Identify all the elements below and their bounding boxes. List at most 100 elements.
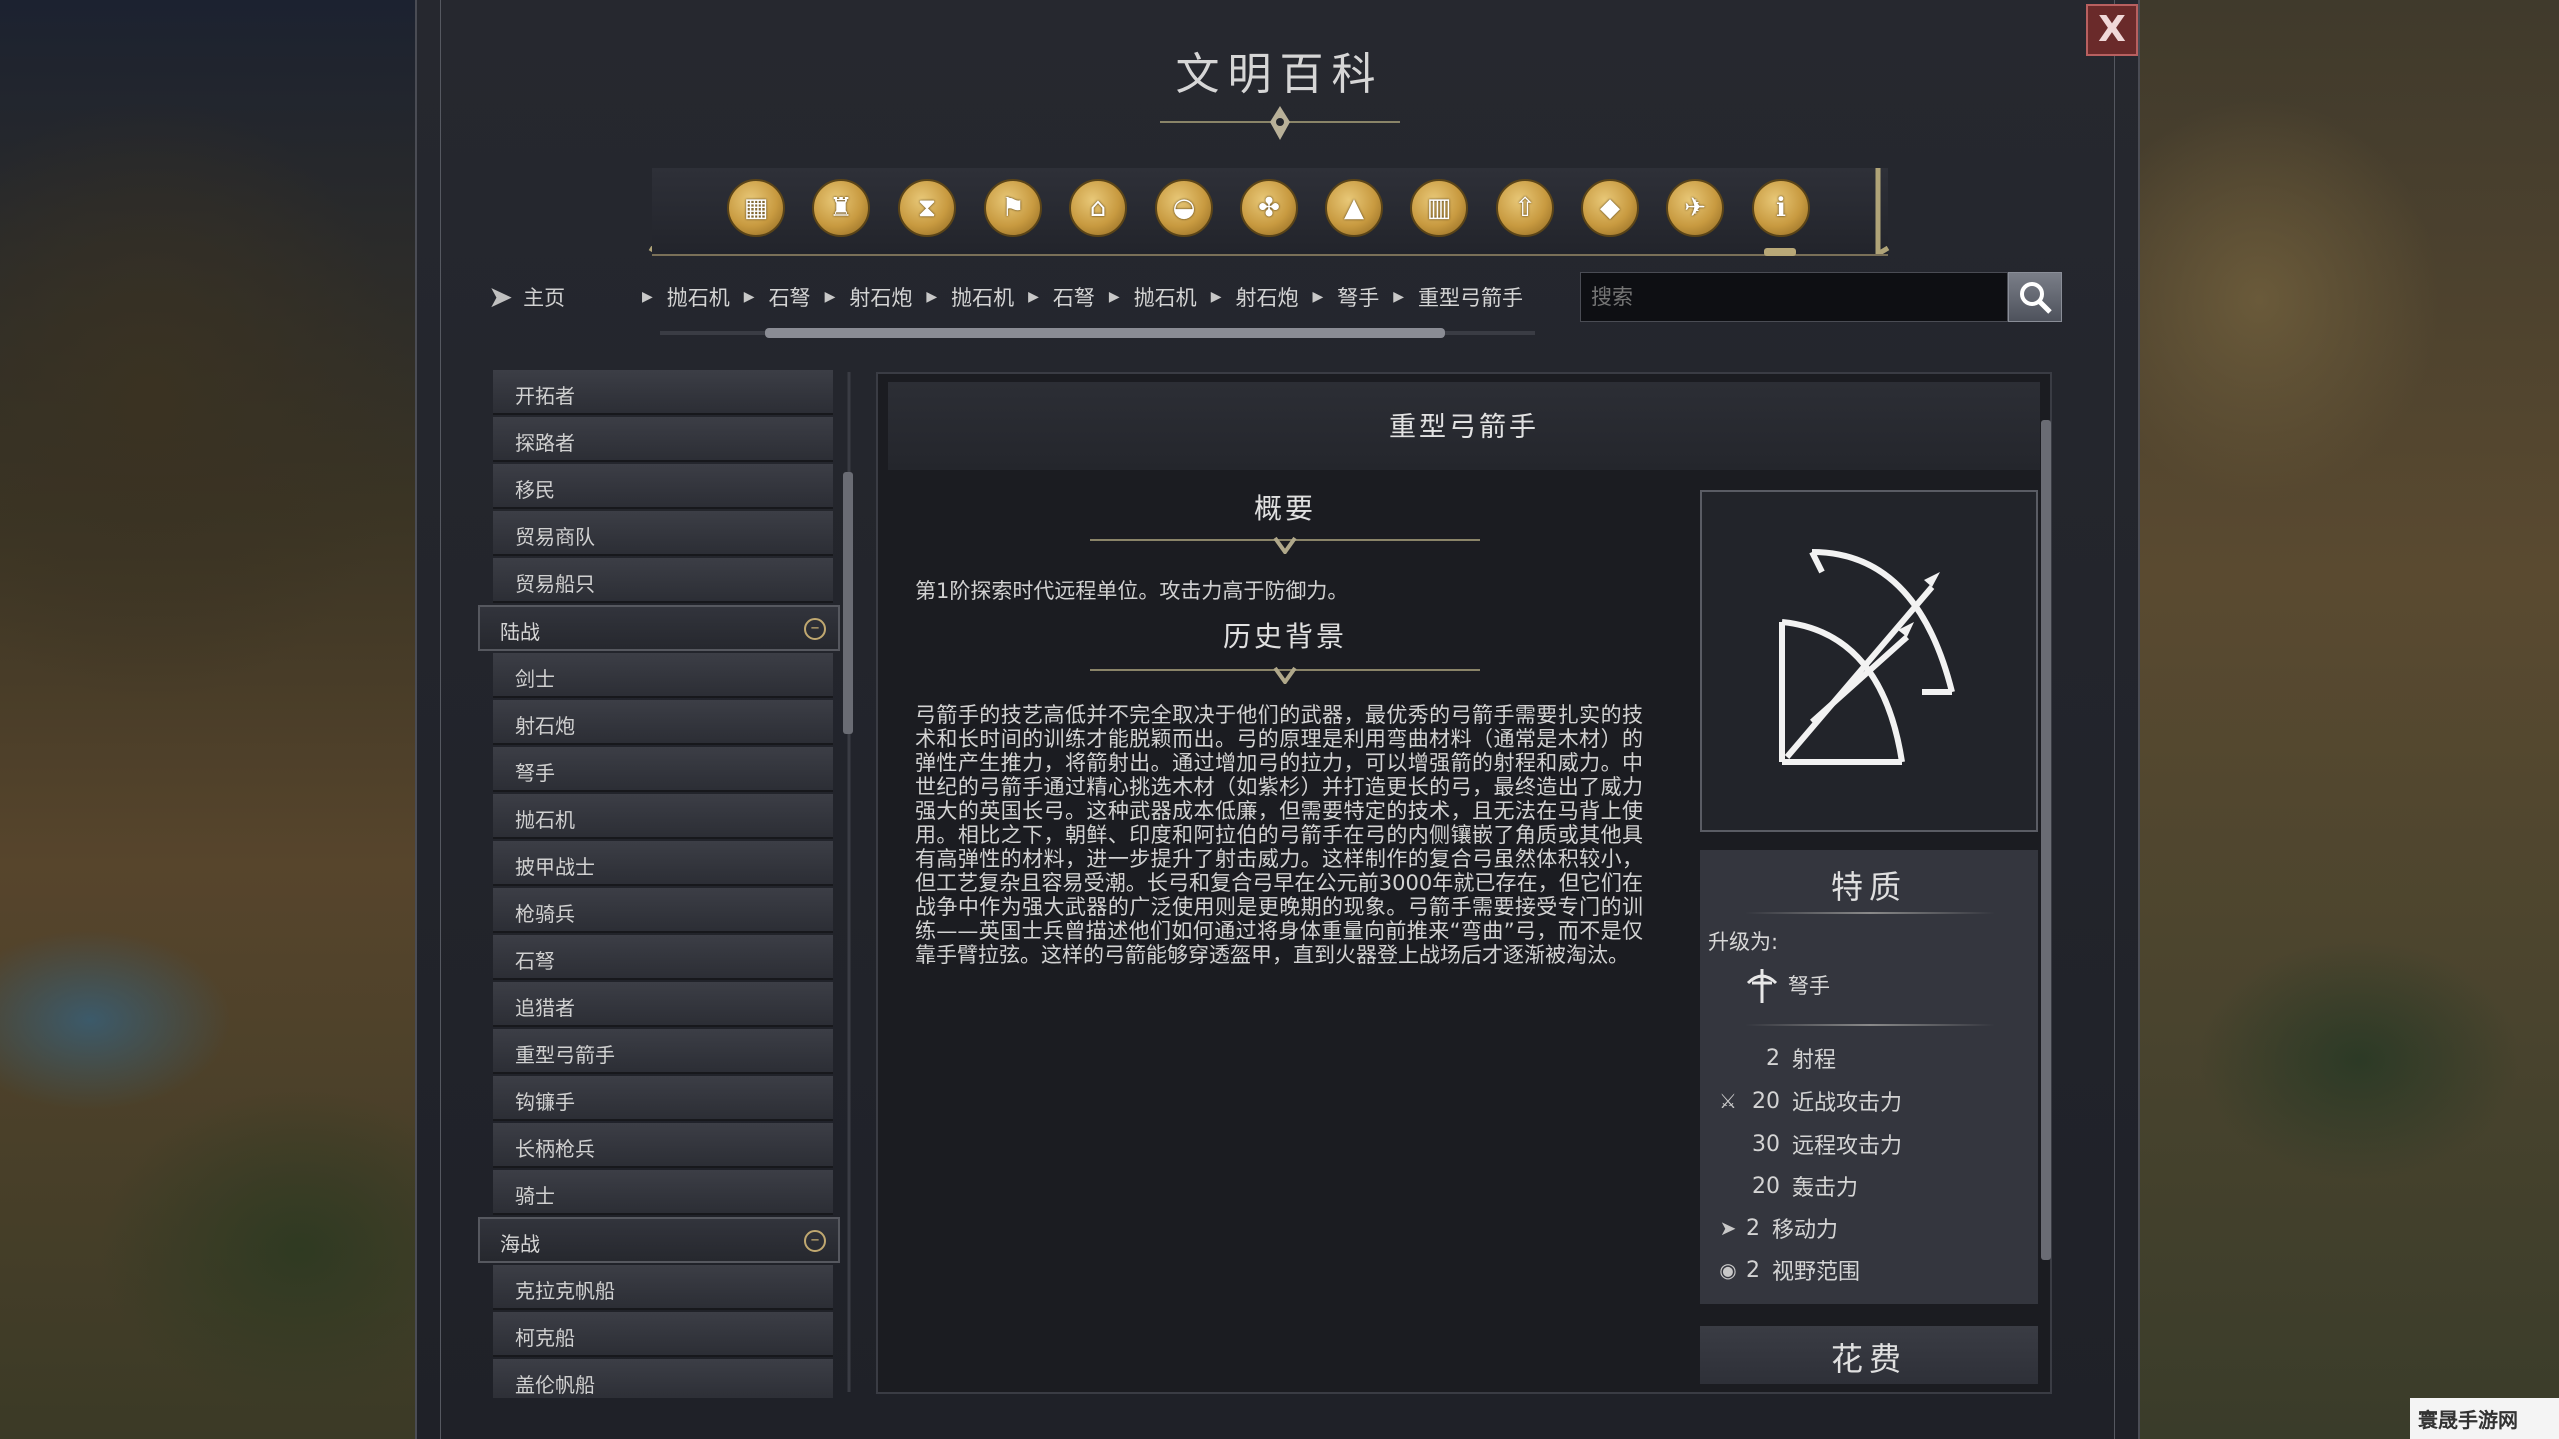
traits-divider: [1745, 1024, 1995, 1026]
chevron-right-icon: ▶: [642, 289, 653, 305]
stat-label: 移动力: [1772, 1218, 1839, 1243]
chevron-right-icon: ▶: [1108, 289, 1120, 305]
breadcrumb-item[interactable]: 石弩: [1053, 282, 1095, 312]
upgrade-label: 升级为:: [1708, 930, 1779, 954]
movement-arrow-icon: ➤: [1719, 1216, 1737, 1240]
upgrade-target-link[interactable]: 弩手: [1742, 965, 1830, 1005]
breadcrumb-scrollbar-thumb[interactable]: [765, 328, 1445, 338]
terrain-mountain-icon[interactable]: ▲: [1325, 179, 1383, 237]
list-item[interactable]: 移民: [493, 464, 833, 509]
stat-value: 2: [1746, 1257, 1760, 1283]
upgrade-arrow-icon[interactable]: ⇧: [1496, 179, 1554, 237]
chevron-right-icon: ▶: [743, 289, 755, 305]
wonder-icon[interactable]: ♜: [812, 179, 870, 237]
search-input[interactable]: [1580, 272, 2008, 322]
list-item[interactable]: 探路者: [493, 417, 833, 462]
list-item[interactable]: 弩手: [493, 747, 833, 792]
government-icon[interactable]: ◒: [1155, 179, 1213, 237]
stat-movement: ➤ 2 移动力: [1712, 1212, 1838, 1244]
resources-icon[interactable]: ▦: [727, 179, 785, 237]
list-item-selected[interactable]: 重型弓箭手: [493, 1029, 833, 1074]
list-item[interactable]: 抛石机: [493, 794, 833, 839]
breadcrumb-item[interactable]: 抛石机: [1134, 282, 1197, 312]
info-icon[interactable]: ℹ: [1752, 179, 1810, 237]
history-text: 弓箭手的技艺高低并不完全取决于他们的武器，最优秀的弓箭手需要扎实的技术和长时间的…: [915, 703, 1643, 967]
window-title: 文明百科: [1175, 49, 1384, 100]
chevron-right-icon: ▶: [1210, 289, 1222, 305]
breadcrumb-item[interactable]: 重型弓箭手: [1418, 282, 1523, 312]
sword-icon: ⚔: [1719, 1089, 1737, 1113]
summary-heading: 概要: [1253, 492, 1316, 525]
cost-heading: 花费: [1830, 1340, 1907, 1378]
list-item[interactable]: 石弩: [493, 935, 833, 980]
stat-value: 2: [1766, 1045, 1780, 1071]
game-map-background-left: [0, 0, 415, 1439]
back-arrow-icon: ➤: [488, 279, 514, 315]
list-item[interactable]: 骑士: [493, 1170, 833, 1215]
list-item[interactable]: 披甲战士: [493, 841, 833, 886]
breadcrumb-item[interactable]: 抛石机: [667, 282, 730, 312]
close-button[interactable]: X: [2086, 4, 2138, 56]
list-item[interactable]: 长柄枪兵: [493, 1123, 833, 1168]
eye-icon: ◉: [1719, 1258, 1737, 1282]
article-scrollbar-thumb[interactable]: [2041, 420, 2051, 1260]
stat-label: 轰击力: [1792, 1176, 1859, 1201]
breadcrumb-item[interactable]: 射石炮: [1235, 282, 1298, 312]
category-label: 陆战: [500, 620, 540, 644]
stat-label: 视野范围: [1772, 1260, 1861, 1285]
breadcrumb-item[interactable]: 抛石机: [951, 282, 1014, 312]
traits-divider: [1745, 912, 1995, 914]
category-naval-warfare[interactable]: 海战 –: [478, 1217, 840, 1263]
chevron-right-icon: ▶: [1393, 289, 1405, 305]
archer-bow-icon: [1779, 549, 1955, 765]
list-item[interactable]: 贸易商队: [493, 511, 833, 556]
stat-value: 20: [1752, 1088, 1780, 1114]
stat-sight: ◉ 2 视野范围: [1712, 1254, 1860, 1286]
leader-flag-icon[interactable]: ⚑: [984, 179, 1042, 237]
unit-portrait: [1700, 490, 2038, 832]
search-icon: [2020, 282, 2052, 314]
list-item[interactable]: 开拓者: [493, 370, 833, 415]
list-item[interactable]: 钩镰手: [493, 1076, 833, 1121]
section-divider: [1090, 666, 1480, 684]
stat-label: 远程攻击力: [1792, 1134, 1903, 1159]
site-watermark: 寰晟手游网: [2410, 1398, 2559, 1439]
era-hourglass-icon[interactable]: ⧗: [898, 179, 956, 237]
list-item[interactable]: 枪骑兵: [493, 888, 833, 933]
list-item[interactable]: 盖伦帆船: [493, 1359, 833, 1398]
section-divider: [1090, 536, 1480, 554]
home-button[interactable]: ➤ 主页: [488, 279, 565, 315]
city-building-icon[interactable]: ▥: [1410, 179, 1468, 237]
list-scrollbar-thumb[interactable]: [843, 472, 853, 734]
stat-label: 射程: [1792, 1048, 1837, 1073]
history-heading: 历史背景: [1222, 620, 1347, 653]
book-icon[interactable]: ◆: [1581, 179, 1639, 237]
chevron-right-icon: ▶: [926, 289, 938, 305]
upgrade-target-name: 弩手: [1788, 974, 1830, 998]
diplomacy-icon[interactable]: ✤: [1240, 179, 1298, 237]
breadcrumb-item[interactable]: 射石炮: [849, 282, 912, 312]
category-label: 海战: [500, 1232, 540, 1256]
list-item[interactable]: 贸易船只: [493, 558, 833, 603]
list-item[interactable]: 柯克船: [493, 1312, 833, 1357]
category-land-warfare[interactable]: 陆战 –: [478, 605, 840, 651]
stat-value: 20: [1752, 1173, 1780, 1199]
stat-range: 2 射程: [1712, 1042, 1836, 1074]
toolbar-active-indicator: [1764, 248, 1796, 256]
search-button[interactable]: [2008, 272, 2062, 322]
collapse-icon[interactable]: –: [804, 618, 826, 640]
list-item[interactable]: 克拉克帆船: [493, 1265, 833, 1310]
breadcrumb: ▶ 抛石机 ▶ 石弩 ▶ 射石炮 ▶ 抛石机 ▶ 石弩 ▶ 抛石机 ▶ 射石炮 …: [628, 280, 1568, 314]
list-item[interactable]: 追猎者: [493, 982, 833, 1027]
stat-ranged-attack: 30 远程攻击力: [1712, 1128, 1902, 1160]
list-item[interactable]: 剑士: [493, 653, 833, 698]
collapse-icon[interactable]: –: [804, 1230, 826, 1252]
breadcrumb-item[interactable]: 石弩: [769, 282, 811, 312]
chevron-right-icon: ▶: [824, 289, 836, 305]
breadcrumb-item[interactable]: 弩手: [1337, 282, 1379, 312]
bird-icon[interactable]: ✈: [1666, 179, 1724, 237]
title-ornament: [1160, 106, 1400, 140]
traits-heading: 特质: [1830, 868, 1907, 906]
civics-building-icon[interactable]: ⌂: [1069, 179, 1127, 237]
list-item[interactable]: 射石炮: [493, 700, 833, 745]
